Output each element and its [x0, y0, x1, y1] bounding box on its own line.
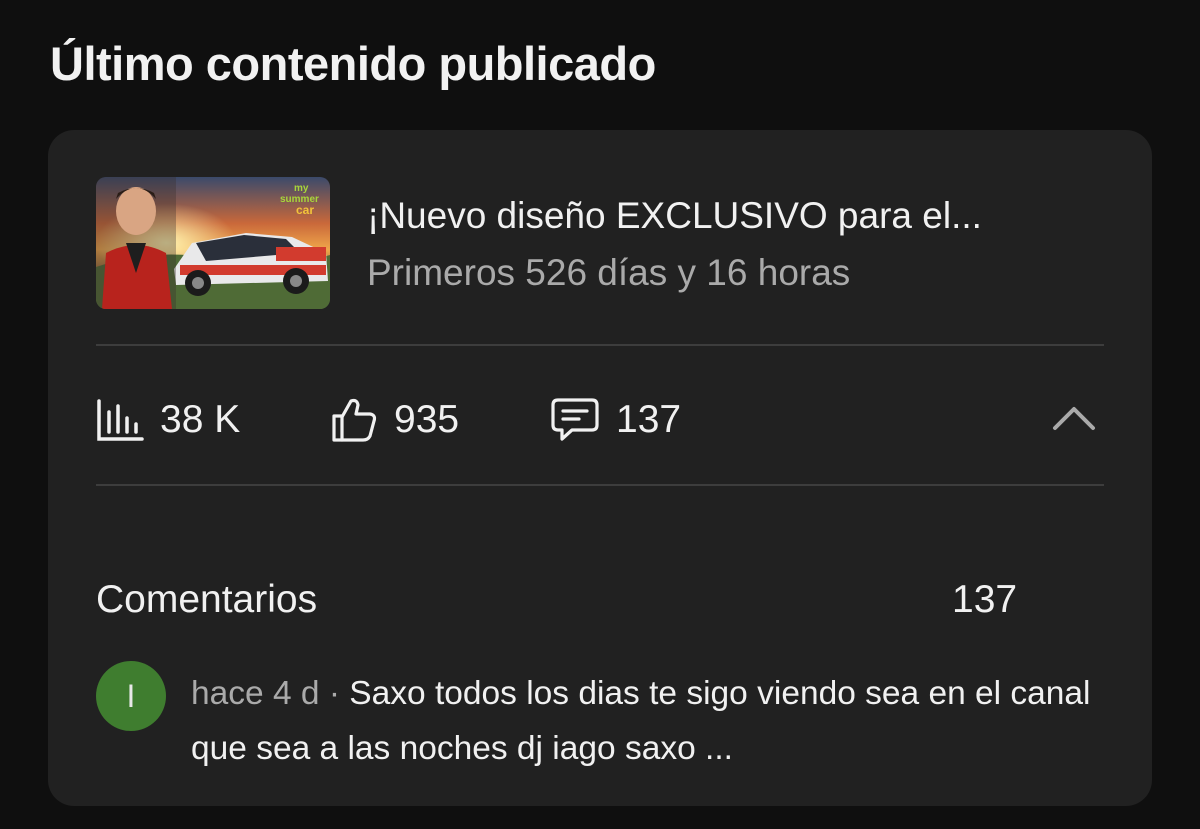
views-count: 38 K	[160, 398, 241, 441]
section-title: Último contenido publicado	[50, 37, 656, 90]
logo-text-3: car	[296, 203, 314, 217]
video-thumbnail[interactable]: my summer car	[96, 177, 330, 309]
comment-time: hace 4 d ·	[191, 675, 340, 712]
bar-chart-icon	[96, 398, 144, 442]
thumbnail-image: my summer car	[96, 177, 330, 309]
comment-item[interactable]: hace 4 d · Saxo todos los dias te sigo v…	[191, 666, 1111, 776]
latest-content-card: my summer car ¡Nuevo diseño EXCLUSIVO pa…	[48, 130, 1152, 806]
video-title[interactable]: ¡Nuevo diseño EXCLUSIVO para el...	[367, 195, 982, 237]
chevron-up-icon	[1052, 405, 1096, 436]
divider-top	[96, 344, 1104, 346]
stats-row: 38 K 935 137	[96, 392, 1104, 448]
likes-count: 935	[394, 398, 460, 441]
thumbs-up-icon	[330, 396, 378, 444]
video-row[interactable]: my summer car ¡Nuevo diseño EXCLUSIVO pa…	[96, 177, 1106, 310]
logo-text-1: my	[294, 183, 309, 194]
avatar-letter: I	[126, 677, 136, 714]
views-stat: 38 K	[96, 392, 240, 448]
comments-heading-count: 137	[952, 578, 1018, 621]
comments-heading: Comentarios	[96, 578, 318, 621]
comment-icon	[550, 397, 600, 443]
comments-stat-count: 137	[616, 398, 682, 441]
comments-stat: 137	[550, 392, 681, 448]
collapse-button[interactable]	[1050, 398, 1098, 442]
likes-stat: 935	[330, 392, 459, 448]
avatar[interactable]: I	[96, 661, 166, 731]
divider-bottom	[96, 484, 1104, 486]
page: Último contenido publicado my summer car…	[0, 0, 1200, 829]
video-subtitle: Primeros 526 días y 16 horas	[367, 252, 851, 293]
